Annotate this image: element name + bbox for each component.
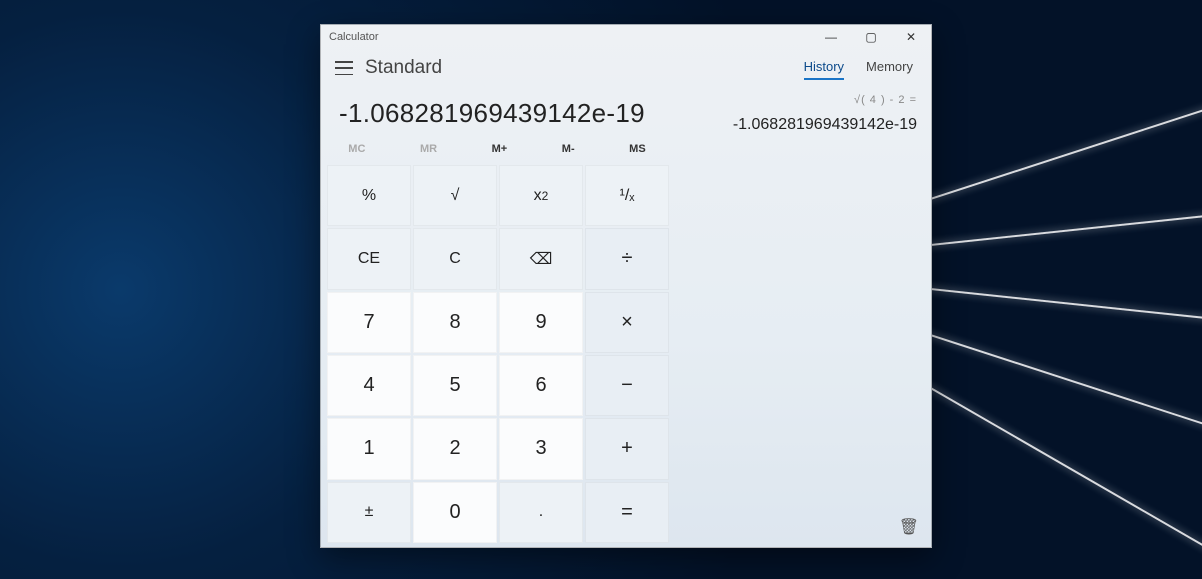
window-controls: — ▢ ✕ — [811, 25, 931, 49]
history-expression: √( 4 ) - 2 = — [683, 88, 917, 106]
minimize-button[interactable]: — — [811, 25, 851, 49]
digit-5[interactable]: 5 — [413, 355, 497, 416]
maximize-button[interactable]: ▢ — [851, 25, 891, 49]
close-button[interactable]: ✕ — [891, 25, 931, 49]
multiply-key[interactable]: × — [585, 292, 669, 353]
add-key[interactable]: + — [585, 418, 669, 479]
digit-6[interactable]: 6 — [499, 355, 583, 416]
digit-4[interactable]: 4 — [327, 355, 411, 416]
c-key[interactable]: C — [413, 228, 497, 289]
digit-0[interactable]: 0 — [413, 482, 497, 543]
history-pane: √( 4 ) - 2 = -1.068281969439142e-19 🗑 — [673, 80, 931, 547]
titlebar: Calculator — ▢ ✕ — [321, 25, 931, 49]
square-key[interactable]: x2 — [499, 165, 583, 226]
equals-key[interactable]: = — [585, 482, 669, 543]
content: -1.068281969439142e-19 MC MR M+ M- MS % … — [321, 80, 931, 547]
calculator-window: Calculator — ▢ ✕ Standard History Memory… — [320, 24, 932, 548]
mode-label: Standard — [365, 57, 442, 79]
mplus-button[interactable]: M+ — [492, 143, 508, 155]
digit-3[interactable]: 3 — [499, 418, 583, 479]
percent-key[interactable]: % — [327, 165, 411, 226]
square-key-base: x — [534, 187, 542, 205]
mr-button: MR — [420, 143, 437, 155]
tab-history[interactable]: History — [804, 59, 844, 80]
hamburger-icon[interactable] — [335, 61, 353, 75]
digit-9[interactable]: 9 — [499, 292, 583, 353]
header: Standard History Memory — [321, 49, 931, 80]
ms-button[interactable]: MS — [629, 143, 646, 155]
minimize-icon: — — [825, 30, 837, 44]
reciprocal-key[interactable]: ¹/ₓ — [585, 165, 669, 226]
keypad: % √ x2 ¹/ₓ CE C ⌫ ÷ 7 8 9 × 4 5 6 − 1 2 … — [321, 165, 673, 547]
sqrt-key[interactable]: √ — [413, 165, 497, 226]
clear-history-button[interactable]: 🗑 — [899, 517, 919, 537]
mminus-button[interactable]: M- — [562, 143, 575, 155]
backspace-key[interactable]: ⌫ — [499, 228, 583, 289]
close-icon: ✕ — [906, 30, 916, 44]
subtract-key[interactable]: − — [585, 355, 669, 416]
window-title: Calculator — [329, 31, 379, 43]
display-area: -1.068281969439142e-19 — [321, 80, 673, 139]
square-key-exp: 2 — [542, 189, 549, 203]
side-tabs: History Memory — [804, 59, 913, 80]
calculator-pane: -1.068281969439142e-19 MC MR M+ M- MS % … — [321, 80, 673, 547]
trash-icon: 🗑 — [899, 519, 919, 536]
history-result[interactable]: -1.068281969439142e-19 — [683, 116, 917, 134]
mc-button: MC — [348, 143, 365, 155]
maximize-icon: ▢ — [865, 30, 876, 44]
digit-8[interactable]: 8 — [413, 292, 497, 353]
ce-key[interactable]: CE — [327, 228, 411, 289]
memory-row: MC MR M+ M- MS — [321, 139, 673, 165]
display-value: -1.068281969439142e-19 — [339, 98, 659, 129]
mode-area: Standard — [335, 57, 442, 79]
digit-7[interactable]: 7 — [327, 292, 411, 353]
decimal-key[interactable]: . — [499, 482, 583, 543]
tab-memory[interactable]: Memory — [866, 59, 913, 80]
sign-key[interactable]: ± — [327, 482, 411, 543]
digit-2[interactable]: 2 — [413, 418, 497, 479]
digit-1[interactable]: 1 — [327, 418, 411, 479]
divide-key[interactable]: ÷ — [585, 228, 669, 289]
